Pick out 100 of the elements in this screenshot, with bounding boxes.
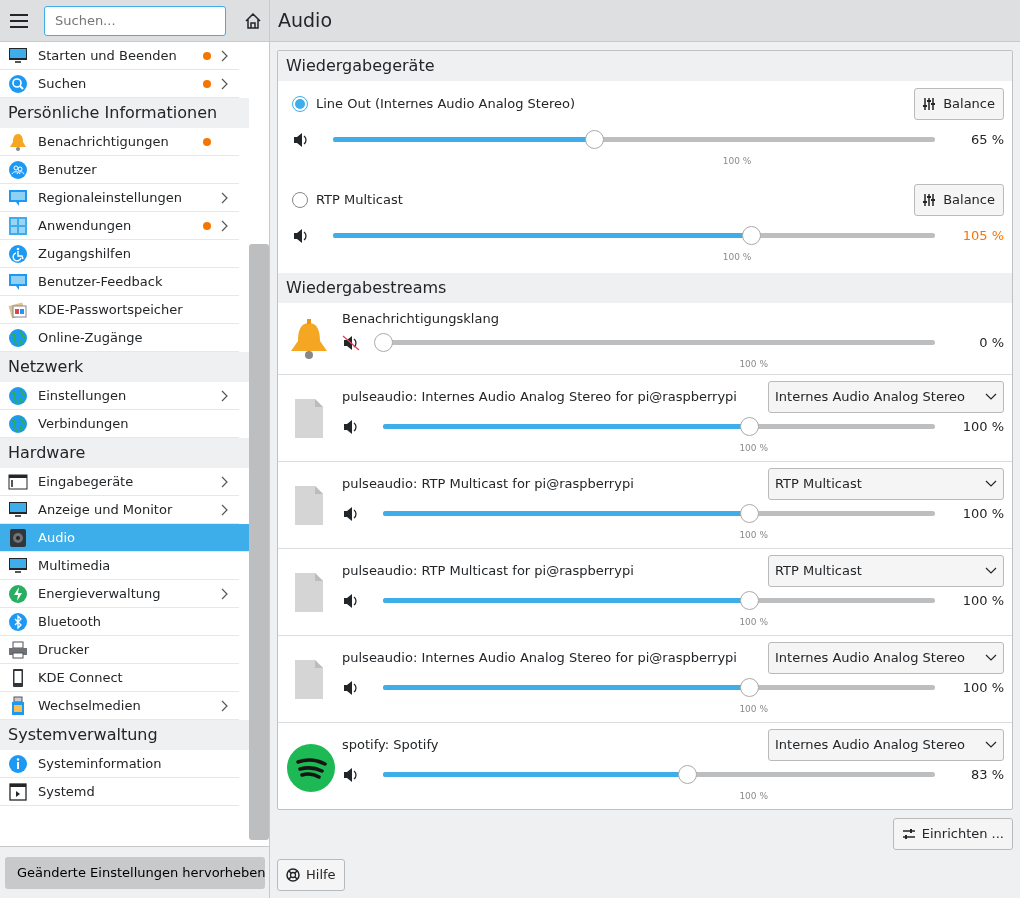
volume-reading: 100 % [961, 418, 1004, 436]
section-title: Wiedergabestreams [278, 273, 1012, 303]
search-field[interactable]: Suchen... [44, 5, 226, 36]
chevron-right-icon [221, 219, 229, 232]
speech-bubble-icon [8, 187, 28, 208]
volume-reading: 83 % [969, 766, 1004, 784]
bluetooth-icon [8, 611, 28, 632]
info-icon [8, 753, 28, 774]
sidebar-item[interactable]: KDE-Passwortspeicher [0, 296, 240, 324]
printer-icon [8, 639, 28, 660]
output-device-dropdown[interactable]: Internes Audio Analog Stereo [768, 381, 1004, 413]
menu-icon [10, 13, 28, 28]
chevron-down-icon [985, 393, 997, 401]
volume-reading: 0 % [978, 334, 1004, 352]
keyboard-icon [8, 471, 28, 492]
sidebar-item[interactable]: Benutzer-Feedback [0, 268, 240, 296]
sidebar-item[interactable]: Regionaleinstellungen [0, 184, 240, 212]
balance-button[interactable]: Balance [914, 184, 1004, 216]
notification-dot [203, 51, 212, 60]
chevron-right-icon [221, 77, 229, 90]
scale-mark: 100 % [739, 357, 768, 371]
sidebar-item[interactable]: Systemd [0, 778, 240, 806]
chevron-right-icon [221, 191, 229, 204]
notification-dot [203, 137, 212, 146]
balance-button[interactable]: Balance [914, 88, 1004, 120]
slider-thumb[interactable] [585, 130, 605, 150]
chevron-right-icon [221, 587, 229, 600]
sidebar-item[interactable]: Systeminformation [0, 750, 240, 778]
scale-mark: 100 % [722, 250, 752, 264]
chevron-down-icon [985, 741, 997, 749]
stream-name: pulseaudio: Internes Audio Analog Stereo for pi@raspberrypi [342, 388, 737, 407]
sidebar-item[interactable]: Benutzer [0, 156, 240, 184]
device-label: RTP Multicast [316, 191, 403, 210]
sliders-icon [923, 97, 938, 111]
output-device-dropdown[interactable]: Internes Audio Analog Stereo [768, 642, 1004, 674]
lightning-icon [8, 583, 28, 604]
sidebar-item[interactable]: Einstellungen [0, 382, 240, 410]
speech-bubble-icon [8, 271, 28, 292]
sidebar-section-title: Persönliche Informationen [0, 98, 250, 128]
sliders-icon [901, 827, 916, 841]
chevron-down-icon [985, 480, 997, 488]
slider-thumb[interactable] [677, 765, 697, 785]
chevron-right-icon [221, 503, 229, 516]
scale-mark: 100 % [722, 154, 752, 168]
globe-icon [8, 327, 28, 348]
sidebar-item[interactable]: KDE Connect [0, 664, 240, 692]
sidebar-item[interactable]: Starten und Beenden [0, 42, 240, 70]
sidebar-item[interactable]: Energieverwaltung [0, 580, 240, 608]
slider-thumb[interactable] [739, 678, 759, 698]
chevron-right-icon [221, 49, 229, 62]
menu-button[interactable] [8, 11, 30, 30]
sidebar-item[interactable]: Zugangshilfen [0, 240, 240, 268]
chevron-right-icon [221, 389, 229, 402]
bell-icon [8, 131, 28, 152]
search-icon [8, 73, 28, 94]
lifebuoy-icon [286, 868, 300, 882]
monitor-icon [8, 45, 28, 66]
scale-mark: 100 % [739, 789, 768, 803]
sidebar-item[interactable]: Benachrichtigungen [0, 128, 240, 156]
output-device-dropdown[interactable]: Internes Audio Analog Stereo [768, 729, 1004, 761]
sidebar-item[interactable]: Drucker [0, 636, 240, 664]
device-label: Line Out (Internes Audio Analog Stereo) [316, 95, 575, 114]
stream-name: spotify: Spotify [342, 736, 439, 755]
volume-reading: 100 % [961, 505, 1004, 523]
slider-thumb[interactable] [739, 417, 759, 437]
highlight-changes-button[interactable]: Geänderte Einstellungen hervorheben [5, 856, 265, 889]
output-device-dropdown[interactable]: RTP Multicast [768, 468, 1004, 500]
globe-icon [8, 385, 28, 406]
configure-button[interactable]: Einrichten ... [892, 818, 1013, 850]
help-button[interactable]: Hilfe [277, 859, 345, 891]
sliders-icon [923, 193, 938, 207]
sidebar-item[interactable]: Multimedia [0, 552, 240, 580]
window-icon [8, 781, 28, 802]
volume-reading: 105 % [961, 227, 1004, 245]
slider-thumb[interactable] [739, 591, 759, 611]
radio-button[interactable] [292, 96, 308, 112]
page-title: Audio [270, 0, 1020, 42]
sidebar-item[interactable]: Eingabegeräte [0, 468, 240, 496]
sidebar-section-title: Netzwerk [0, 352, 250, 382]
scale-mark: 100 % [739, 615, 768, 629]
slider-thumb[interactable] [739, 504, 759, 524]
scale-mark: 100 % [739, 441, 768, 455]
section-title: Wiedergabegeräte [278, 51, 1012, 81]
spotify-logo-icon [287, 744, 335, 792]
scale-mark: 100 % [739, 702, 768, 716]
scrollbar[interactable] [249, 244, 269, 840]
stream-name: Benachrichtigungsklang [342, 310, 499, 329]
sidebar-section-title: Systemverwaltung [0, 720, 250, 750]
sidebar-item[interactable]: Anwendungen [0, 212, 240, 240]
chevron-right-icon [221, 475, 229, 488]
sidebar-item[interactable]: Bluetooth [0, 608, 240, 636]
notification-dot [203, 221, 212, 230]
scale-mark: 100 % [739, 528, 768, 542]
output-device-dropdown[interactable]: RTP Multicast [768, 555, 1004, 587]
stream-name: pulseaudio: Internes Audio Analog Stereo for pi@raspberrypi [342, 649, 737, 668]
slider-thumb[interactable] [742, 226, 762, 246]
volume-reading: 100 % [961, 679, 1004, 697]
radio-button[interactable] [292, 192, 308, 208]
slider-thumb[interactable] [374, 333, 393, 353]
globe-icon [8, 413, 28, 434]
